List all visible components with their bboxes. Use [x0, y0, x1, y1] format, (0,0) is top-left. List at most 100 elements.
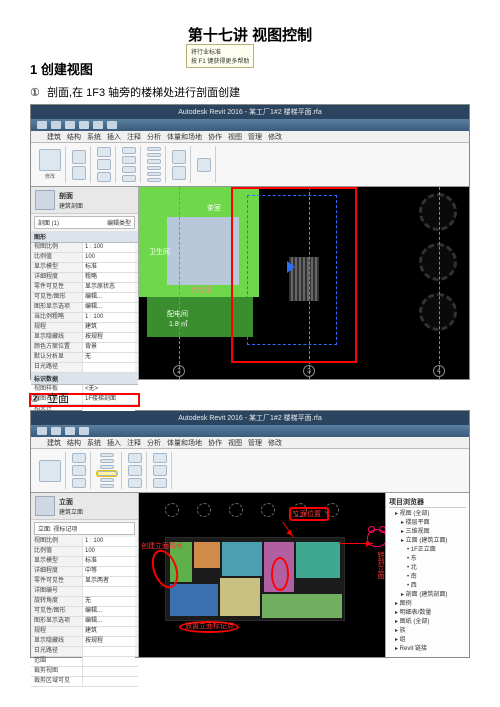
property-value[interactable]: 无	[82, 353, 135, 362]
property-value[interactable]	[82, 647, 135, 656]
property-row[interactable]: 图形显示选项编辑...	[31, 303, 138, 313]
thinlines-icon[interactable]	[72, 465, 86, 475]
elevation-icon[interactable]	[97, 471, 117, 476]
array-icon[interactable]	[147, 172, 161, 176]
property-row[interactable]: 可见性/图形编辑...	[31, 607, 138, 617]
qat-measure-icon[interactable]	[107, 121, 117, 129]
property-value[interactable]	[82, 363, 135, 372]
property-value[interactable]: 编辑...	[82, 293, 135, 302]
ribbon-tab[interactable]: 结构	[67, 132, 81, 142]
section-icon[interactable]	[172, 150, 186, 164]
property-value[interactable]	[82, 667, 135, 676]
property-value[interactable]: 粗略	[82, 273, 135, 282]
property-row[interactable]: 范围	[31, 657, 138, 667]
3dview-icon[interactable]	[100, 453, 114, 457]
property-row[interactable]: 详细程度中等	[31, 567, 138, 577]
section-icon[interactable]	[100, 459, 114, 463]
browser-item[interactable]: ▸ 立面 (建筑立面)	[389, 537, 466, 546]
ribbon-tab[interactable]: 视图	[228, 132, 242, 142]
property-row[interactable]: 视图比例1 : 100	[31, 537, 138, 547]
measure-icon[interactable]	[197, 158, 211, 172]
title-icon[interactable]	[128, 465, 142, 475]
render-icon[interactable]	[72, 478, 86, 488]
browser-item[interactable]: ▸ Revit 链接	[389, 645, 466, 654]
browser-item[interactable]: • 西	[389, 582, 466, 591]
ribbon-tab[interactable]: 分析	[147, 438, 161, 448]
browser-item[interactable]: ▸ 三维视图	[389, 528, 466, 537]
ribbon-tab[interactable]: 体量和场地	[167, 438, 202, 448]
qat-save-icon[interactable]	[37, 427, 47, 435]
property-row[interactable]: 裁剪区域可见	[31, 677, 138, 687]
properties-panel[interactable]: 立面 建筑立面 立面: 视标记项 视图比例1 : 100比例值100显示模型标准…	[31, 493, 139, 657]
sheet-icon[interactable]	[128, 453, 142, 463]
property-row[interactable]: 比例值100	[31, 547, 138, 557]
ribbon-tab[interactable]: 插入	[107, 132, 121, 142]
quick-access-toolbar[interactable]	[31, 425, 469, 437]
quick-access-toolbar[interactable]	[31, 119, 469, 131]
ribbon-tab[interactable]: 注释	[127, 132, 141, 142]
qat-undo-icon[interactable]	[51, 121, 61, 129]
property-value[interactable]: 1 : 100	[82, 313, 135, 322]
property-value[interactable]: 建筑	[82, 627, 135, 636]
tile-icon[interactable]	[153, 478, 167, 488]
property-row[interactable]: 零件可见性显示原状态	[31, 283, 138, 293]
property-value[interactable]: 1 : 100	[82, 537, 135, 546]
offset-icon[interactable]	[122, 175, 136, 182]
paste-icon[interactable]	[97, 147, 111, 157]
align-icon[interactable]	[122, 166, 136, 173]
property-value[interactable]: 标准	[82, 263, 135, 272]
property-row[interactable]: 规程建筑	[31, 323, 138, 333]
property-row[interactable]: 规程建筑	[31, 627, 138, 637]
visibility-icon[interactable]	[72, 453, 86, 463]
property-row[interactable]: 日光路径	[31, 647, 138, 657]
drawing-viewport-2[interactable]: 创建立面符号 立面位置 放置立面标记点 转到立面	[139, 493, 385, 657]
copy2-icon[interactable]	[147, 153, 161, 157]
ribbon-tab[interactable]: 系统	[87, 132, 101, 142]
property-value[interactable]: 编辑...	[82, 617, 135, 626]
drafting-icon[interactable]	[100, 484, 114, 488]
property-row[interactable]: 裁剪视图	[31, 667, 138, 677]
property-value[interactable]: 显示两者	[82, 577, 135, 586]
plan-icon[interactable]	[100, 478, 114, 482]
property-value[interactable]: 100	[82, 253, 135, 262]
qat-print-icon[interactable]	[79, 121, 89, 129]
property-row[interactable]: 详细程度粗略	[31, 273, 138, 283]
browser-item[interactable]: ▸ 图例	[389, 600, 466, 609]
copy-icon[interactable]	[97, 172, 111, 182]
property-value[interactable]: <无>	[82, 385, 135, 394]
property-row[interactable]: 详图编号	[31, 587, 138, 597]
browser-item[interactable]: • 东	[389, 555, 466, 564]
property-value[interactable]: 中等	[82, 567, 135, 576]
browser-item[interactable]: ▸ 视图 (全部)	[389, 510, 466, 519]
browser-item[interactable]: ▸ 楼层平面	[389, 519, 466, 528]
callout-icon[interactable]	[172, 166, 186, 180]
ribbon-tab[interactable]: 协作	[208, 132, 222, 142]
property-value[interactable]: 显示原状态	[82, 283, 135, 292]
trim-icon[interactable]	[122, 156, 136, 163]
ribbon-tab[interactable]: 建筑	[47, 132, 61, 142]
property-row[interactable]: 颜色方案位置背景	[31, 343, 138, 353]
ribbon-tab[interactable]: 修改	[268, 132, 282, 142]
ribbon-tab[interactable]: 注释	[127, 438, 141, 448]
browser-tree[interactable]: ▸ 视图 (全部)▸ 楼层平面▸ 三维视图▸ 立面 (建筑立面)• 1F正立面•…	[389, 510, 466, 654]
callout-icon[interactable]	[100, 465, 114, 469]
property-value[interactable]	[82, 677, 135, 686]
property-row[interactable]: 默认分析显无	[31, 353, 138, 363]
modify-tool-icon[interactable]	[39, 149, 61, 171]
property-value[interactable]: 1 : 100	[82, 243, 135, 252]
property-value[interactable]: 编辑...	[82, 303, 135, 312]
browser-item[interactable]: • 南	[389, 573, 466, 582]
property-row[interactable]: 旋转角度无	[31, 597, 138, 607]
ribbon-tab[interactable]: 协作	[208, 438, 222, 448]
browser-item[interactable]: • 1F正立面	[389, 546, 466, 555]
filter-icon[interactable]	[72, 166, 86, 180]
properties-panel[interactable]: 剖面 建筑剖面 剖面 (1) 编辑类型 图形 视图比例1 : 100比例值100…	[31, 187, 139, 379]
property-row[interactable]: 日光路径	[31, 363, 138, 373]
browser-item[interactable]: ▸ 剖面 (建筑剖面)	[389, 591, 466, 600]
property-value[interactable]: 标准	[82, 557, 135, 566]
property-row[interactable]: 可见性/图形编辑...	[31, 293, 138, 303]
qat-open-icon[interactable]	[79, 427, 89, 435]
ribbon-tabs[interactable]: 建筑结构系统插入注释分析体量和场地协作视图管理修改	[31, 437, 469, 449]
rotate-icon[interactable]	[147, 159, 161, 163]
property-row[interactable]: 显示模型标准	[31, 263, 138, 273]
